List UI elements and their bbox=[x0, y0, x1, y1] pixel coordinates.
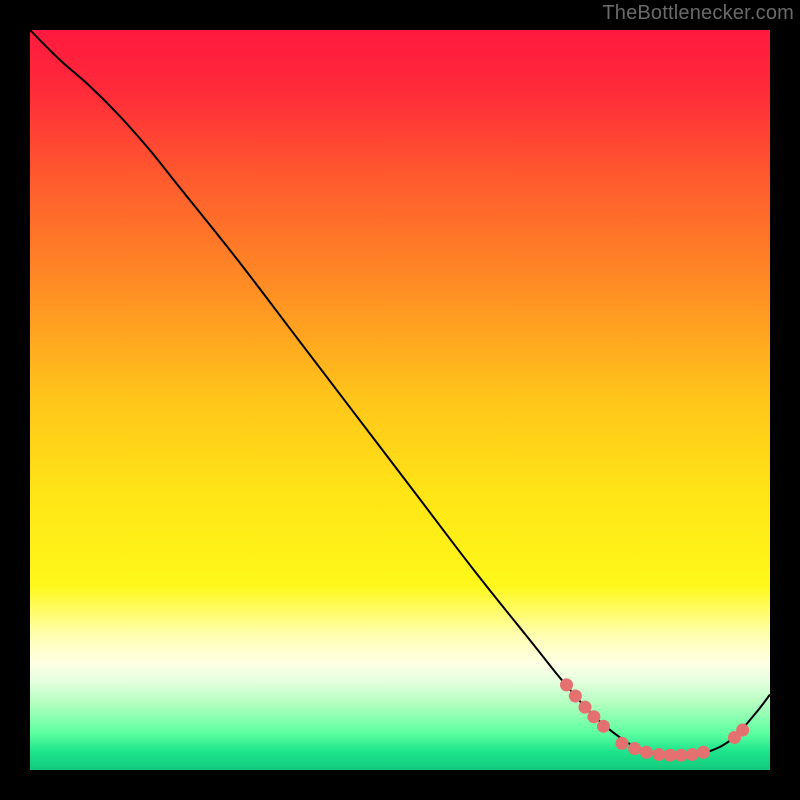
marker-dot bbox=[597, 720, 610, 733]
marker-dot bbox=[560, 678, 573, 691]
marker-dot bbox=[653, 748, 666, 761]
marker-dot bbox=[686, 748, 699, 761]
chart-svg bbox=[30, 30, 770, 770]
marker-dot bbox=[579, 701, 592, 714]
marker-dot bbox=[664, 749, 677, 762]
marker-dot bbox=[587, 710, 600, 723]
marker-dot bbox=[736, 724, 749, 737]
marker-dot bbox=[628, 742, 641, 755]
marker-dot bbox=[640, 746, 653, 759]
watermark-text: TheBottlenecker.com bbox=[602, 2, 794, 25]
chart-plot bbox=[30, 30, 770, 770]
marker-dot bbox=[616, 737, 629, 750]
marker-dot bbox=[569, 690, 582, 703]
marker-dot bbox=[697, 746, 710, 759]
marker-dot bbox=[675, 749, 688, 762]
